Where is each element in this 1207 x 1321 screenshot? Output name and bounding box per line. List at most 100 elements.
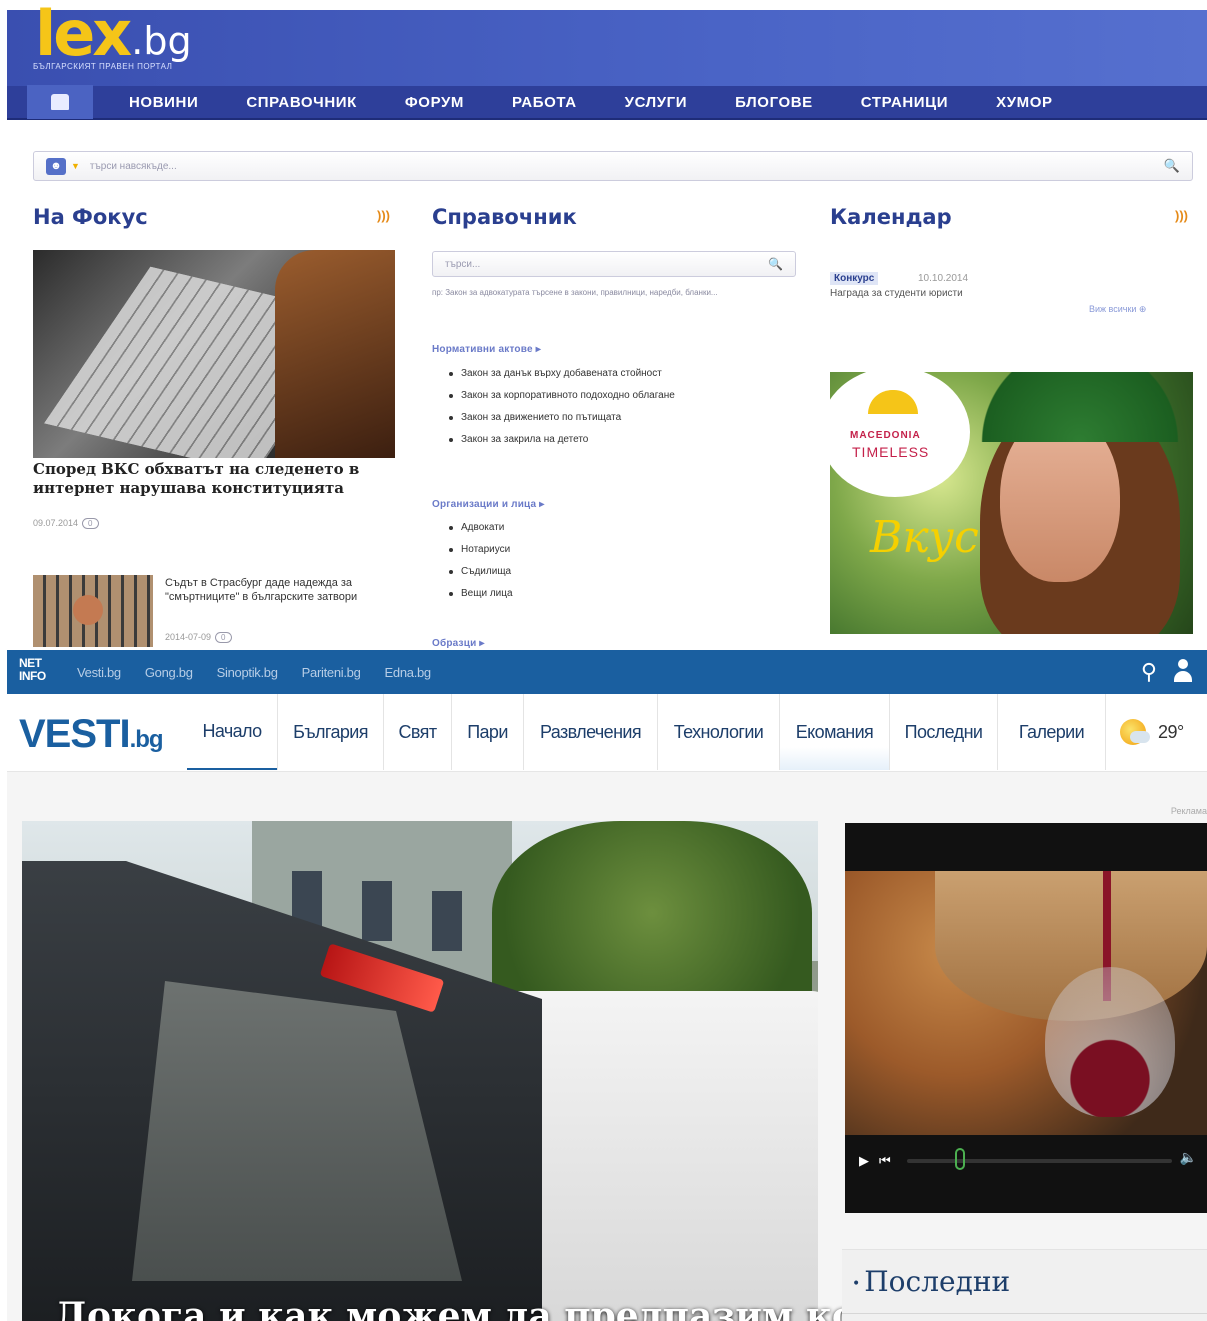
tab-ecomania[interactable]: Екомания xyxy=(779,694,889,770)
netinfo-link-vesti[interactable]: Vesti.bg xyxy=(77,665,121,680)
video-progress-handle[interactable] xyxy=(955,1148,965,1170)
rss-icon[interactable]: ))) xyxy=(377,208,390,223)
list-item[interactable]: Съдилища xyxy=(447,566,513,578)
chevron-down-icon[interactable]: ▼ xyxy=(71,161,80,171)
nav-item-humor[interactable]: ХУМОР xyxy=(996,94,1053,111)
ad-label: Реклама xyxy=(1170,806,1207,816)
netinfo-logo[interactable]: NET INFO xyxy=(19,657,65,687)
netinfo-link-pariteni[interactable]: Pariteni.bg xyxy=(302,665,361,680)
bullet-icon: • xyxy=(852,1275,861,1292)
lex-header: lex .bg БЪЛГАРСКИЯТ ПРАВЕН ПОРТАЛ xyxy=(7,3,1207,86)
secondary-date-text: 2014-07-09 xyxy=(165,632,212,642)
tab-latest[interactable]: Последни xyxy=(889,694,997,770)
reference-hint: пр: Закон за адвокатурата търсене в зако… xyxy=(432,288,718,297)
tab-bulgaria[interactable]: България xyxy=(277,694,383,770)
wine-advertisement[interactable]: MACEDONIA TIMELESS Вкус xyxy=(830,372,1193,634)
section-normative-acts[interactable]: Нормативни актове ▸ xyxy=(432,344,541,355)
netinfo-top-bar: NET INFO Vesti.bg Gong.bg Sinoptik.bg Pa… xyxy=(7,650,1207,694)
focus-headline-link[interactable]: Според ВКС обхватът на следенето в интер… xyxy=(33,460,403,498)
list-item[interactable]: Адвокати xyxy=(447,522,513,534)
lex-logo-main: lex xyxy=(35,0,132,70)
secondary-headline-link[interactable]: Съдът в Страсбург даде надежда за "смърт… xyxy=(165,576,405,604)
list-item[interactable]: Вещи лица xyxy=(447,588,513,600)
video-progress-track[interactable] xyxy=(907,1159,1172,1163)
calendar-event-link[interactable]: Награда за студенти юристи xyxy=(830,288,963,299)
rss-icon[interactable]: ))) xyxy=(1175,208,1188,223)
nav-item-reference[interactable]: СПРАВОЧНИК xyxy=(246,94,357,111)
netinfo-link-sinoptik[interactable]: Sinoptik.bg xyxy=(217,665,278,680)
lex-logo[interactable]: lex .bg xyxy=(35,0,192,70)
reference-search-input[interactable]: търси... xyxy=(445,259,480,270)
netinfo-link-gong[interactable]: Gong.bg xyxy=(145,665,193,680)
arm-graphic xyxy=(275,250,395,458)
search-icon[interactable]: 🔍 xyxy=(768,257,783,271)
tab-entertainment[interactable]: Развлечения xyxy=(523,694,657,770)
search-icon[interactable]: 🔍 xyxy=(1164,158,1180,174)
lex-main-nav: НОВИНИ СПРАВОЧНИК ФОРУМ РАБОТА УСЛУГИ БЛ… xyxy=(7,85,1207,120)
comments-badge[interactable]: 0 xyxy=(82,518,99,529)
list-item[interactable]: Закон за корпоративното подоходно облага… xyxy=(447,390,737,402)
weather-widget[interactable]: 29° xyxy=(1105,694,1184,770)
nav-item-forum[interactable]: ФОРУМ xyxy=(405,94,464,111)
reference-search[interactable]: търси... 🔍 xyxy=(432,251,796,277)
hand-graphic xyxy=(73,595,103,625)
focus-title: На Фокус xyxy=(33,205,148,229)
reference-title: Справочник xyxy=(432,205,577,229)
latest-title-text: Последни xyxy=(864,1265,1011,1298)
ad-script-text: Вкус xyxy=(870,512,979,563)
vesti-logo[interactable]: VESTI.bg xyxy=(19,712,164,757)
list-item[interactable]: Закон за данък върху добавената стойност xyxy=(447,368,737,380)
section-label: Нормативни актове xyxy=(432,344,533,355)
secondary-article-image[interactable] xyxy=(33,575,153,647)
search-input[interactable]: търси навсякъде... xyxy=(90,161,177,172)
vesti-main-nav: VESTI.bg Начало България Свят Пари Развл… xyxy=(7,694,1207,772)
list-item[interactable]: Закон за закрила на детето xyxy=(447,434,737,446)
tab-technology[interactable]: Технологии xyxy=(657,694,779,770)
main-article-headline[interactable]: Докога и как можем да предпазим колите xyxy=(55,1295,953,1321)
calendar-tag[interactable]: Конкурс xyxy=(830,272,879,285)
list-item[interactable]: Нотариуси xyxy=(447,544,513,556)
section-templates[interactable]: Образци ▸ xyxy=(432,638,485,649)
netinfo-link-edna[interactable]: Edna.bg xyxy=(385,665,432,680)
play-icon[interactable]: ▶ xyxy=(859,1153,869,1169)
weather-sun-icon xyxy=(1120,719,1150,745)
nav-item-jobs[interactable]: РАБОТА xyxy=(512,94,577,111)
tab-home[interactable]: Начало xyxy=(187,694,277,770)
secondary-date: 2014-07-09 0 xyxy=(165,632,232,643)
video-player[interactable]: ▶ ⏮ 🔈 xyxy=(845,823,1207,1213)
main-article-photo[interactable] xyxy=(22,821,818,1321)
vesti-logo-tld: .bg xyxy=(129,726,164,753)
focus-date-text: 09.07.2014 xyxy=(33,518,79,528)
list-item[interactable]: Закон за движението по пътищата xyxy=(447,412,737,424)
skip-back-icon[interactable]: ⏮ xyxy=(879,1153,891,1169)
ad-brand-line2: TIMELESS xyxy=(852,444,930,460)
nav-item-services[interactable]: УСЛУГИ xyxy=(625,94,688,111)
focus-date: 09.07.2014 0 xyxy=(33,518,99,529)
latest-title[interactable]: • Последни xyxy=(852,1265,1010,1298)
focus-article-image[interactable] xyxy=(33,250,395,458)
search-icon[interactable]: ⚲ xyxy=(1141,659,1157,685)
section-organizations[interactable]: Организации и лица ▸ xyxy=(432,499,544,510)
home-button[interactable] xyxy=(27,85,93,119)
latest-divider xyxy=(842,1313,1207,1314)
volume-icon[interactable]: 🔈 xyxy=(1180,1149,1197,1166)
nav-item-pages[interactable]: СТРАНИЦИ xyxy=(861,94,948,111)
wine-glass-graphic xyxy=(1045,967,1175,1117)
tab-galleries[interactable]: Галерии xyxy=(997,694,1105,770)
user-icon[interactable] xyxy=(1173,659,1193,683)
tab-money[interactable]: Пари xyxy=(451,694,523,770)
comments-badge[interactable]: 0 xyxy=(215,632,232,643)
section-label: Образци xyxy=(432,638,477,649)
calendar-all-label: Виж всички xyxy=(1089,304,1137,314)
nav-item-blogs[interactable]: БЛОГОВЕ xyxy=(735,94,813,111)
calendar-all-link[interactable]: Виж всички ⊕ xyxy=(1089,304,1146,315)
search-scope-icon[interactable]: ☻ xyxy=(46,157,66,175)
tab-world[interactable]: Свят xyxy=(383,694,451,770)
weather-temp: 29° xyxy=(1158,721,1184,742)
calendar-title: Календар xyxy=(830,205,952,229)
lex-global-search[interactable]: ☻ ▼ търси навсякъде... 🔍 xyxy=(33,151,1193,181)
nav-item-news[interactable]: НОВИНИ xyxy=(129,94,198,111)
lex-logo-tld: .bg xyxy=(131,19,192,63)
normative-acts-list: Закон за данък върху добавената стойност… xyxy=(447,368,737,456)
video-frame xyxy=(845,871,1207,1135)
